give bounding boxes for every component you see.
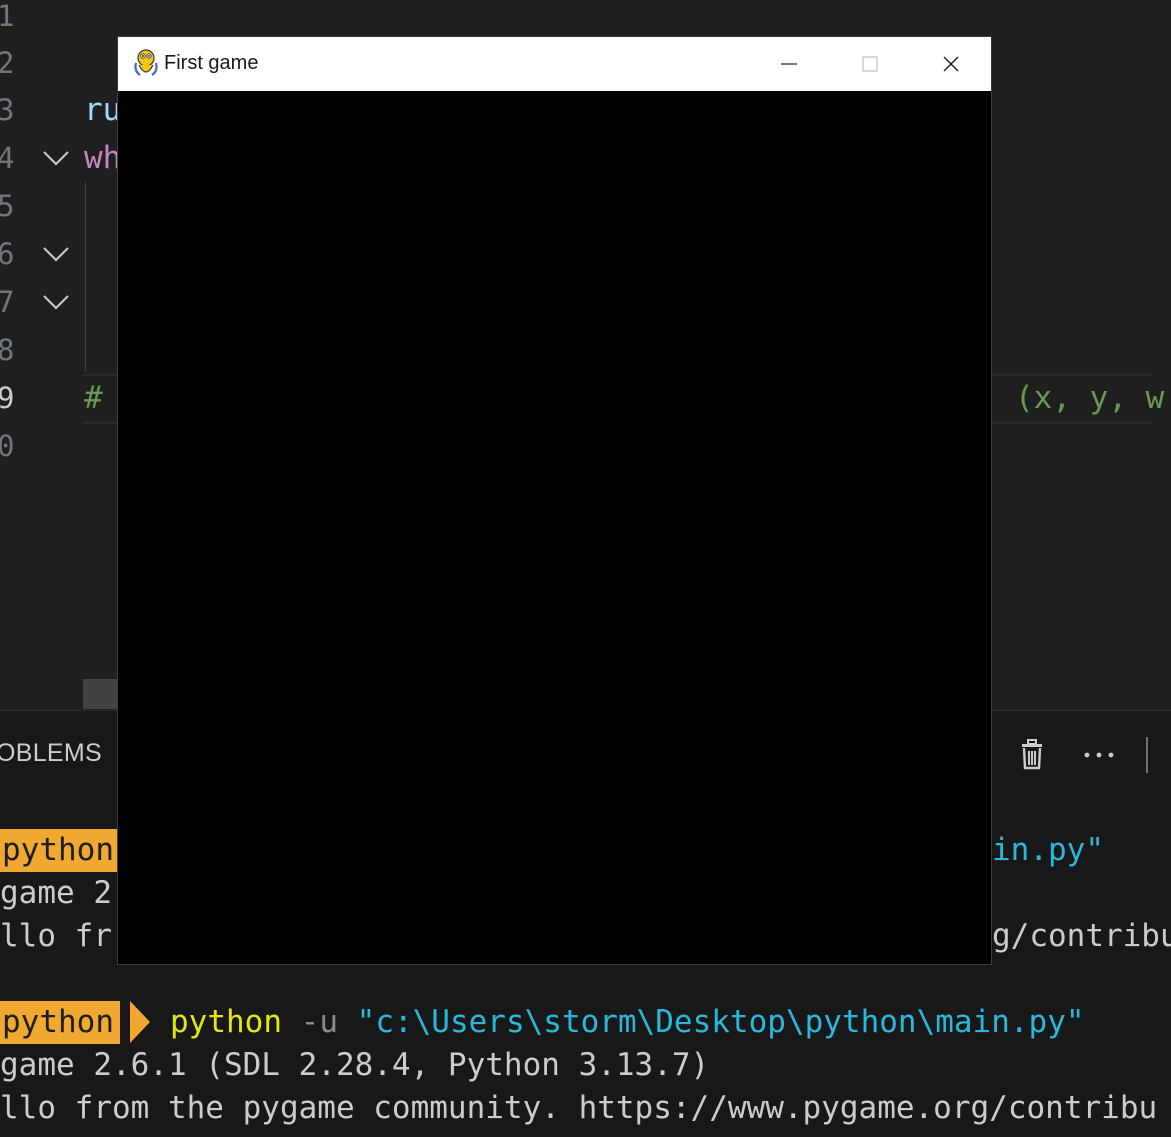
fold-chevron-down-icon[interactable] bbox=[40, 238, 72, 270]
terminal-prompt-badge: python bbox=[0, 829, 120, 872]
terminal-output-line: llo from the pygame community. https://w… bbox=[0, 1090, 1158, 1126]
line-number: 3 bbox=[0, 93, 15, 127]
trash-icon[interactable] bbox=[1015, 737, 1049, 771]
line-number: 6 bbox=[0, 237, 15, 271]
line-number-active: 9 bbox=[0, 381, 15, 415]
terminal-output-line: game 2 bbox=[0, 875, 112, 911]
terminal-path: "c:\Users\storm\Desktop\python\main.py" bbox=[356, 1004, 1085, 1040]
game-canvas[interactable] bbox=[118, 91, 991, 964]
terminal-command: python bbox=[170, 1004, 282, 1040]
indent-guide bbox=[85, 182, 86, 372]
minimize-button[interactable] bbox=[749, 37, 829, 91]
tab-problems[interactable]: OBLEMS bbox=[0, 739, 102, 768]
terminal-prompt-badge: python bbox=[0, 1001, 120, 1044]
code-line-4: wh bbox=[84, 140, 122, 176]
panel-toolbar-separator bbox=[1146, 737, 1148, 773]
maximize-button[interactable] bbox=[830, 37, 910, 91]
line-number: 2 bbox=[0, 46, 15, 80]
line-number: 0 bbox=[0, 429, 15, 463]
terminal-command-line: python -u "c:\Users\storm\Desktop\python… bbox=[170, 1001, 1085, 1044]
window-titlebar[interactable]: First game bbox=[118, 37, 991, 91]
line-number: 1 bbox=[0, 0, 15, 33]
line-number: 4 bbox=[0, 141, 15, 175]
close-button[interactable] bbox=[911, 37, 991, 91]
code-line-3: ru bbox=[84, 92, 122, 128]
line-number: 5 bbox=[0, 189, 15, 223]
prompt-arrow-icon bbox=[130, 1001, 150, 1043]
pygame-snake-icon bbox=[132, 49, 160, 79]
code-line-9-comment: # bbox=[84, 380, 103, 416]
line-number: 8 bbox=[0, 333, 15, 367]
fold-chevron-down-icon[interactable] bbox=[40, 286, 72, 318]
terminal-command-tail: in.py" bbox=[992, 832, 1104, 868]
line-number: 7 bbox=[0, 285, 15, 319]
code-line-9-tail: (x, y, w bbox=[1015, 380, 1165, 416]
terminal-output-line: g/contribu bbox=[992, 918, 1171, 954]
more-actions-icon[interactable] bbox=[1082, 737, 1116, 771]
pygame-window[interactable]: First game bbox=[117, 36, 992, 965]
window-title: First game bbox=[164, 52, 259, 74]
horizontal-scrollbar-thumb[interactable] bbox=[83, 679, 117, 709]
terminal-output-line: game 2.6.1 (SDL 2.28.4, Python 3.13.7) bbox=[0, 1047, 710, 1083]
terminal-flag: -u bbox=[300, 1004, 338, 1040]
fold-chevron-down-icon[interactable] bbox=[40, 142, 72, 174]
terminal-output-line: llo fr bbox=[0, 918, 112, 954]
